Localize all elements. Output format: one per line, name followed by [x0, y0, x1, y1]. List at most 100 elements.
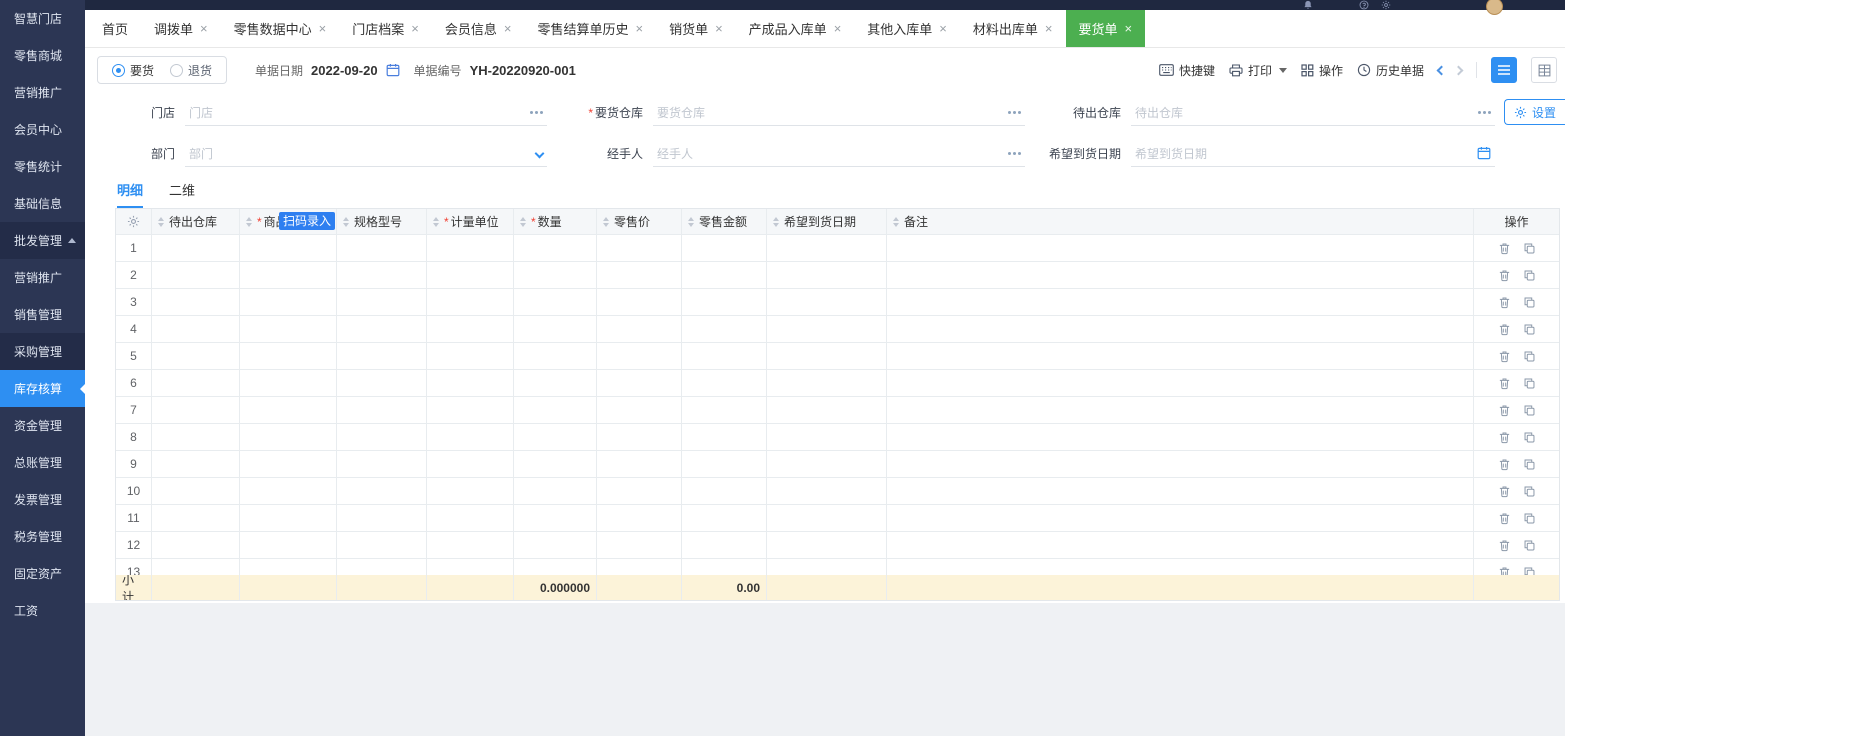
cell-col-spec-model[interactable] — [337, 478, 427, 505]
tab-close-icon[interactable]: × — [1045, 22, 1053, 35]
doc-date-value[interactable]: 2022-09-20 — [311, 63, 378, 78]
sort-icon[interactable] — [158, 216, 164, 227]
cell-col-expected-date[interactable] — [767, 343, 887, 370]
cell-col-unit[interactable] — [427, 289, 514, 316]
cell-col-product[interactable] — [240, 532, 337, 559]
cell-col-outbound-warehouse[interactable] — [152, 397, 240, 424]
cell-col-retail-amount[interactable] — [682, 235, 767, 262]
cell-col-product[interactable] — [240, 289, 337, 316]
cell-col-unit[interactable] — [427, 370, 514, 397]
outbound-warehouse-input[interactable]: 待出仓库 — [1131, 100, 1495, 126]
row-number-cell[interactable]: 1 — [116, 235, 152, 262]
cell-col-expected-date[interactable] — [767, 559, 887, 575]
cell-col-product[interactable] — [240, 262, 337, 289]
delete-row-icon[interactable] — [1498, 377, 1511, 390]
scan-entry-badge[interactable]: 扫码录入 — [278, 212, 335, 230]
cell-col-spec-model[interactable] — [337, 316, 427, 343]
sidebar-item-funds-mgmt[interactable]: 资金管理 — [0, 407, 85, 444]
cell-col-spec-model[interactable] — [337, 370, 427, 397]
row-number-cell[interactable]: 2 — [116, 262, 152, 289]
delete-row-icon[interactable] — [1498, 296, 1511, 309]
sidebar-item-wholesale-marketing[interactable]: 营销推广 — [0, 259, 85, 296]
chevron-right-icon[interactable] — [1453, 65, 1464, 75]
cell-col-spec-model[interactable] — [337, 451, 427, 478]
cell-col-remark[interactable] — [887, 316, 1474, 343]
copy-row-icon[interactable] — [1523, 269, 1536, 282]
settings-button[interactable]: 设置 — [1503, 99, 1565, 125]
cell-col-retail-amount[interactable] — [682, 262, 767, 289]
cell-col-actions[interactable] — [1474, 262, 1559, 289]
ellipsis-icon[interactable] — [1006, 110, 1021, 114]
calendar-icon[interactable] — [386, 63, 400, 77]
cell-col-remark[interactable] — [887, 451, 1474, 478]
copy-row-icon[interactable] — [1523, 458, 1536, 471]
tab-close-icon[interactable]: × — [939, 22, 947, 35]
ellipsis-icon[interactable] — [528, 110, 543, 114]
copy-row-icon[interactable] — [1523, 566, 1536, 575]
cell-col-expected-date[interactable] — [767, 532, 887, 559]
tab-sales-order[interactable]: 销货单 × — [656, 10, 736, 47]
ellipsis-icon[interactable] — [1476, 110, 1491, 114]
cell-col-spec-model[interactable] — [337, 235, 427, 262]
sidebar-item-general-ledger[interactable]: 总账管理 — [0, 444, 85, 481]
cell-col-retail-price[interactable] — [597, 316, 682, 343]
cell-col-unit[interactable] — [427, 262, 514, 289]
row-number-cell[interactable]: 10 — [116, 478, 152, 505]
cell-col-qty[interactable] — [514, 289, 597, 316]
tab-requisition-order[interactable]: 要货单 × — [1065, 10, 1146, 47]
row-number-cell[interactable]: 9 — [116, 451, 152, 478]
cell-col-outbound-warehouse[interactable] — [152, 532, 240, 559]
cell-col-unit[interactable] — [427, 316, 514, 343]
header-col-retail-amount[interactable]: 零售金额 — [682, 209, 767, 235]
cell-col-qty[interactable] — [514, 316, 597, 343]
cell-col-retail-amount[interactable] — [682, 316, 767, 343]
request-warehouse-input[interactable]: 要货仓库 — [653, 100, 1025, 126]
sidebar-item-sales-mgmt[interactable]: 销售管理 — [0, 296, 85, 333]
cell-col-outbound-warehouse[interactable] — [152, 505, 240, 532]
sidebar-item-marketing-promo[interactable]: 营销推广 — [0, 74, 85, 111]
cell-col-unit[interactable] — [427, 235, 514, 262]
cell-col-unit[interactable] — [427, 343, 514, 370]
delete-row-icon[interactable] — [1498, 269, 1511, 282]
cell-col-product[interactable] — [240, 505, 337, 532]
delete-row-icon[interactable] — [1498, 539, 1511, 552]
cell-col-retail-price[interactable] — [597, 505, 682, 532]
chevron-left-icon[interactable] — [1436, 65, 1447, 75]
cell-col-expected-date[interactable] — [767, 262, 887, 289]
tab-close-icon[interactable]: × — [504, 22, 512, 35]
cell-col-remark[interactable] — [887, 289, 1474, 316]
cell-col-expected-date[interactable] — [767, 505, 887, 532]
cell-col-remark[interactable] — [887, 559, 1474, 575]
row-number-cell[interactable]: 7 — [116, 397, 152, 424]
sort-icon[interactable] — [773, 216, 779, 227]
cell-col-product[interactable] — [240, 343, 337, 370]
sidebar-item-tax-mgmt[interactable]: 税务管理 — [0, 518, 85, 555]
sidebar-item-payroll[interactable]: 工资 — [0, 592, 85, 629]
tab-close-icon[interactable]: × — [635, 22, 643, 35]
copy-row-icon[interactable] — [1523, 485, 1536, 498]
delete-row-icon[interactable] — [1498, 485, 1511, 498]
tab-retail-data-center[interactable]: 零售数据中心 × — [221, 10, 340, 47]
cell-col-unit[interactable] — [427, 532, 514, 559]
cell-col-retail-amount[interactable] — [682, 532, 767, 559]
tab-retail-settlement-history[interactable]: 零售结算单历史 × — [524, 10, 656, 47]
cell-col-remark[interactable] — [887, 397, 1474, 424]
header-col-spec-model[interactable]: 规格型号 — [337, 209, 427, 235]
cell-col-expected-date[interactable] — [767, 316, 887, 343]
doc-type-radio-1[interactable]: 退货 — [170, 62, 212, 79]
row-number-cell[interactable]: 12 — [116, 532, 152, 559]
copy-row-icon[interactable] — [1523, 296, 1536, 309]
header-col-expected-date[interactable]: 希望到货日期 — [767, 209, 887, 235]
delete-row-icon[interactable] — [1498, 350, 1511, 363]
cell-col-spec-model[interactable] — [337, 262, 427, 289]
cell-col-unit[interactable] — [427, 397, 514, 424]
cell-col-actions[interactable] — [1474, 343, 1559, 370]
sidebar-item-fixed-assets[interactable]: 固定资产 — [0, 555, 85, 592]
cell-col-expected-date[interactable] — [767, 370, 887, 397]
cell-col-remark[interactable] — [887, 262, 1474, 289]
cell-col-retail-amount[interactable] — [682, 559, 767, 575]
cell-col-retail-amount[interactable] — [682, 505, 767, 532]
cell-col-outbound-warehouse[interactable] — [152, 289, 240, 316]
tab-close-icon[interactable]: × — [1125, 22, 1133, 35]
settings-mini-icon[interactable] — [1381, 0, 1391, 10]
